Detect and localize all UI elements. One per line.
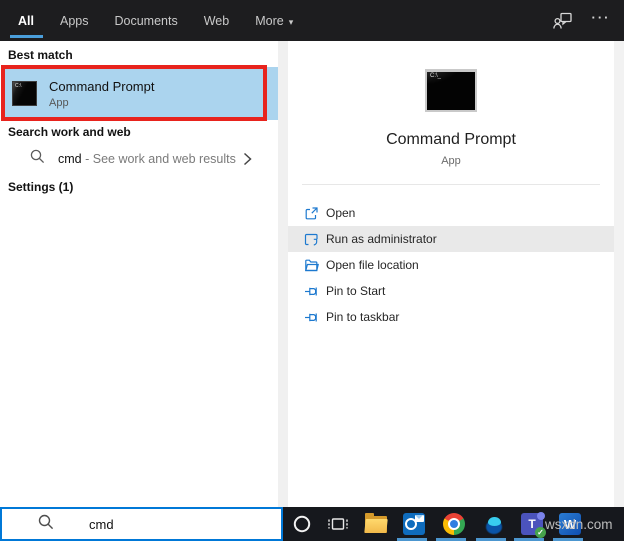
- file-explorer-icon[interactable]: [357, 507, 395, 541]
- action-label: Pin to Start: [326, 284, 386, 298]
- web-query: cmd: [58, 152, 82, 166]
- tab-apps[interactable]: Apps: [60, 14, 89, 28]
- search-filter-tabs: All Apps Documents Web More ▾: [18, 0, 319, 41]
- pin-icon: [304, 310, 319, 325]
- tab-more[interactable]: More ▾: [255, 14, 293, 28]
- tab-all[interactable]: All: [18, 14, 34, 28]
- feedback-icon[interactable]: [552, 10, 574, 32]
- preview-subtitle: App: [441, 155, 461, 167]
- best-match-heading: Best match: [8, 48, 73, 62]
- best-match-subtitle: App: [49, 96, 69, 109]
- action-pin-to-taskbar[interactable]: Pin to taskbar: [288, 304, 614, 330]
- panel-gutter: [278, 41, 288, 507]
- run-as-admin-icon: [304, 232, 319, 247]
- chevron-down-icon: ▾: [288, 16, 294, 27]
- search-icon: [38, 514, 54, 535]
- task-view-icon[interactable]: [319, 507, 357, 541]
- action-run-as-administrator[interactable]: Run as administrator: [288, 226, 614, 252]
- action-list: Open Run as administrator Open file loca…: [288, 200, 614, 330]
- preview-title: Command Prompt: [386, 131, 516, 148]
- search-web-heading: Search work and web: [8, 125, 131, 139]
- action-label: Run as administrator: [326, 232, 437, 246]
- action-label: Pin to taskbar: [326, 310, 400, 324]
- action-open[interactable]: Open: [288, 200, 614, 226]
- search-icon: [30, 149, 45, 169]
- best-match-title: Command Prompt: [49, 78, 155, 94]
- edge-icon[interactable]: [474, 507, 512, 541]
- web-search-row[interactable]: cmd - See work and web results: [0, 146, 270, 172]
- command-prompt-icon-large: [425, 69, 477, 112]
- chevron-right-icon[interactable]: [243, 152, 252, 171]
- web-query-suffix: - See work and web results: [81, 152, 236, 166]
- action-label: Open file location: [326, 258, 419, 272]
- folder-location-icon: [304, 258, 319, 273]
- more-options-icon[interactable]: ···: [590, 10, 612, 32]
- taskbar-search-value: cmd: [89, 516, 114, 532]
- search-header: All Apps Documents Web More ▾ ···: [0, 0, 624, 41]
- action-open-file-location[interactable]: Open file location: [288, 252, 614, 278]
- cortana-icon[interactable]: [283, 507, 321, 541]
- active-tab-indicator: [10, 35, 43, 38]
- open-icon: [304, 206, 319, 221]
- taskbar: cmd T ✓ W: [0, 507, 624, 541]
- pin-icon: [304, 284, 319, 299]
- watermark: wsxdn.com: [545, 517, 613, 532]
- right-edge-strip: [614, 41, 624, 507]
- divider: [302, 184, 600, 185]
- tab-web[interactable]: Web: [204, 14, 229, 28]
- settings-heading: Settings (1): [8, 180, 74, 194]
- best-match-row[interactable]: Command Prompt App: [2, 67, 278, 120]
- command-prompt-icon: [12, 81, 37, 106]
- action-label: Open: [326, 206, 356, 220]
- action-pin-to-start[interactable]: Pin to Start: [288, 278, 614, 304]
- chrome-icon[interactable]: [435, 507, 473, 541]
- taskbar-search-box[interactable]: cmd: [0, 507, 283, 541]
- outlook-icon[interactable]: [395, 507, 433, 541]
- tab-documents[interactable]: Documents: [114, 14, 177, 28]
